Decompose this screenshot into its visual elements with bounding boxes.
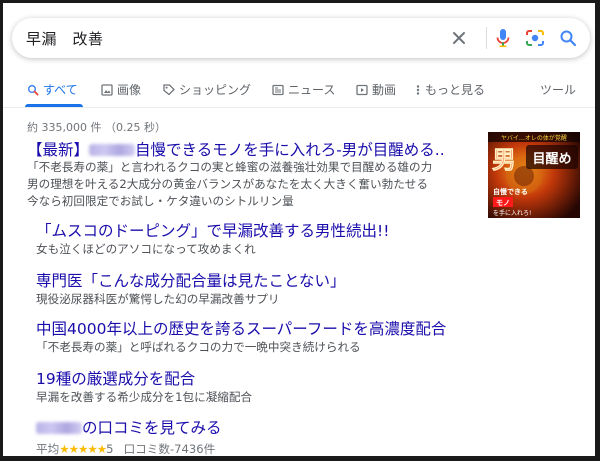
camera-icon[interactable] — [522, 25, 548, 51]
more-icon — [416, 84, 420, 95]
rating-score: 5 — [106, 442, 114, 456]
tag-icon — [163, 83, 175, 95]
tab-shopping[interactable]: ショッピング — [163, 81, 251, 98]
tab-videos[interactable]: 動画 — [356, 81, 396, 98]
review-count: 口コミ数-7436件 — [123, 442, 216, 456]
thumbnail-big-right: 目醒め — [532, 152, 571, 167]
result-thumbnail[interactable]: ヤバイ…オレの体が覚醒 男 目醒め 自慢できる モノ を手に入れろ! — [488, 132, 580, 218]
sitelink-title[interactable]: 専門医「こんな成分配合量は見たことない」 — [36, 269, 346, 291]
search-bar[interactable]: 早漏 改善 — [12, 18, 590, 58]
thumbnail-big-left: 男 — [492, 145, 516, 174]
result-snippet-line: 今なら初回限定でお試し・ケタ違いのシトルリン量 — [27, 194, 294, 208]
result-snippet-line: 男の理想を叶える2大成分の黄金バランスがあなたを太く大きく奮い勃たせる — [27, 177, 428, 191]
tab-label: すべて — [43, 83, 78, 97]
result-title-link[interactable]: 【最新】 自慢できるモノを手に入れろ-男が目醒める.. — [27, 138, 477, 160]
thumbnail-line2: モノ — [496, 199, 510, 207]
search-input[interactable]: 早漏 改善 — [26, 28, 104, 49]
tab-more[interactable]: もっと見る — [415, 81, 485, 98]
tab-tools[interactable]: ツール — [540, 81, 576, 98]
divider — [486, 27, 487, 49]
tab-label: 動画 — [372, 83, 397, 97]
sitelink-desc: 女も泣くほどのアソコになって攻めまくれ — [36, 242, 256, 256]
sitelink-title[interactable]: 「ムスコのドーピング」で早漏改善する男性続出!! — [36, 219, 389, 241]
search-icon[interactable] — [555, 25, 581, 51]
sitelink-desc: 「不老長寿の薬」と呼ばれるクコの力で一晩中突き続けられる — [36, 340, 361, 354]
tab-images[interactable]: 画像 — [101, 81, 141, 98]
thumbnail-line3: を手に入れろ! — [493, 209, 531, 217]
news-icon — [272, 84, 284, 95]
thumbnail-line1: 自慢できる — [493, 187, 528, 196]
browser-frame: 早漏 改善 すべて 画像 ショッピング ニュース 動画 もっと見る ツール 約 … — [0, 0, 600, 461]
redacted-brand — [36, 422, 82, 434]
search-icon — [27, 84, 39, 96]
active-tab-indicator — [25, 104, 83, 107]
tab-label: もっと見る — [425, 83, 486, 97]
sitelink-title[interactable]: 19種の厳選成分を配合 — [36, 367, 195, 389]
sitelink-desc: 現役泌尿器科医が驚愕した幻の早漏改善サプリ — [36, 292, 280, 306]
video-icon — [356, 84, 368, 95]
redacted-brand — [89, 144, 136, 156]
result-stats: 約 335,000 件 （0.25 秒） — [27, 121, 166, 134]
thumbnail-graphic: ヤバイ…オレの体が覚醒 男 目醒め 自慢できる モノ を手に入れろ! — [488, 132, 580, 218]
tab-label: 画像 — [117, 83, 142, 97]
tab-all[interactable]: すべて — [27, 81, 78, 98]
sitelink-reviews-link[interactable]: の口コミを見てみる — [36, 416, 222, 438]
tab-label: ニュース — [288, 83, 336, 97]
rating-prefix: 平均 — [36, 442, 60, 456]
sitelink-desc: 早漏を改善する希少成分を1包に凝縮配合 — [36, 390, 253, 404]
tab-news[interactable]: ニュース — [272, 81, 335, 98]
tab-label: ツール — [540, 83, 577, 97]
thumbnail-top-text: ヤバイ…オレの体が覚醒 — [501, 134, 567, 142]
image-icon — [101, 83, 113, 96]
title-suffix: 自慢できるモノを手に入れろ-男が目醒める.. — [135, 141, 445, 159]
star-rating-icon: ★★★★★ — [59, 442, 107, 456]
search-tabs: すべて 画像 ショッピング ニュース 動画 もっと見る ツール — [3, 75, 595, 108]
sitelink-title: の口コミを見てみる — [82, 419, 222, 437]
title-prefix: 【最新】 — [27, 141, 90, 159]
sitelink-title[interactable]: 中国4000年以上の歴史を誇るスーパーフードを高濃度配合 — [36, 317, 446, 339]
result-snippet-line: 「不老長寿の薬」と言われるクコの実と蜂蜜の滋養強壮効果で目醒める雄の力 — [27, 160, 433, 174]
tab-label: ショッピング — [179, 83, 252, 97]
microphone-icon[interactable] — [490, 25, 516, 51]
close-icon[interactable] — [446, 25, 472, 51]
rating-line: 平均★★★★★5 口コミ数-7436件 — [36, 441, 216, 456]
